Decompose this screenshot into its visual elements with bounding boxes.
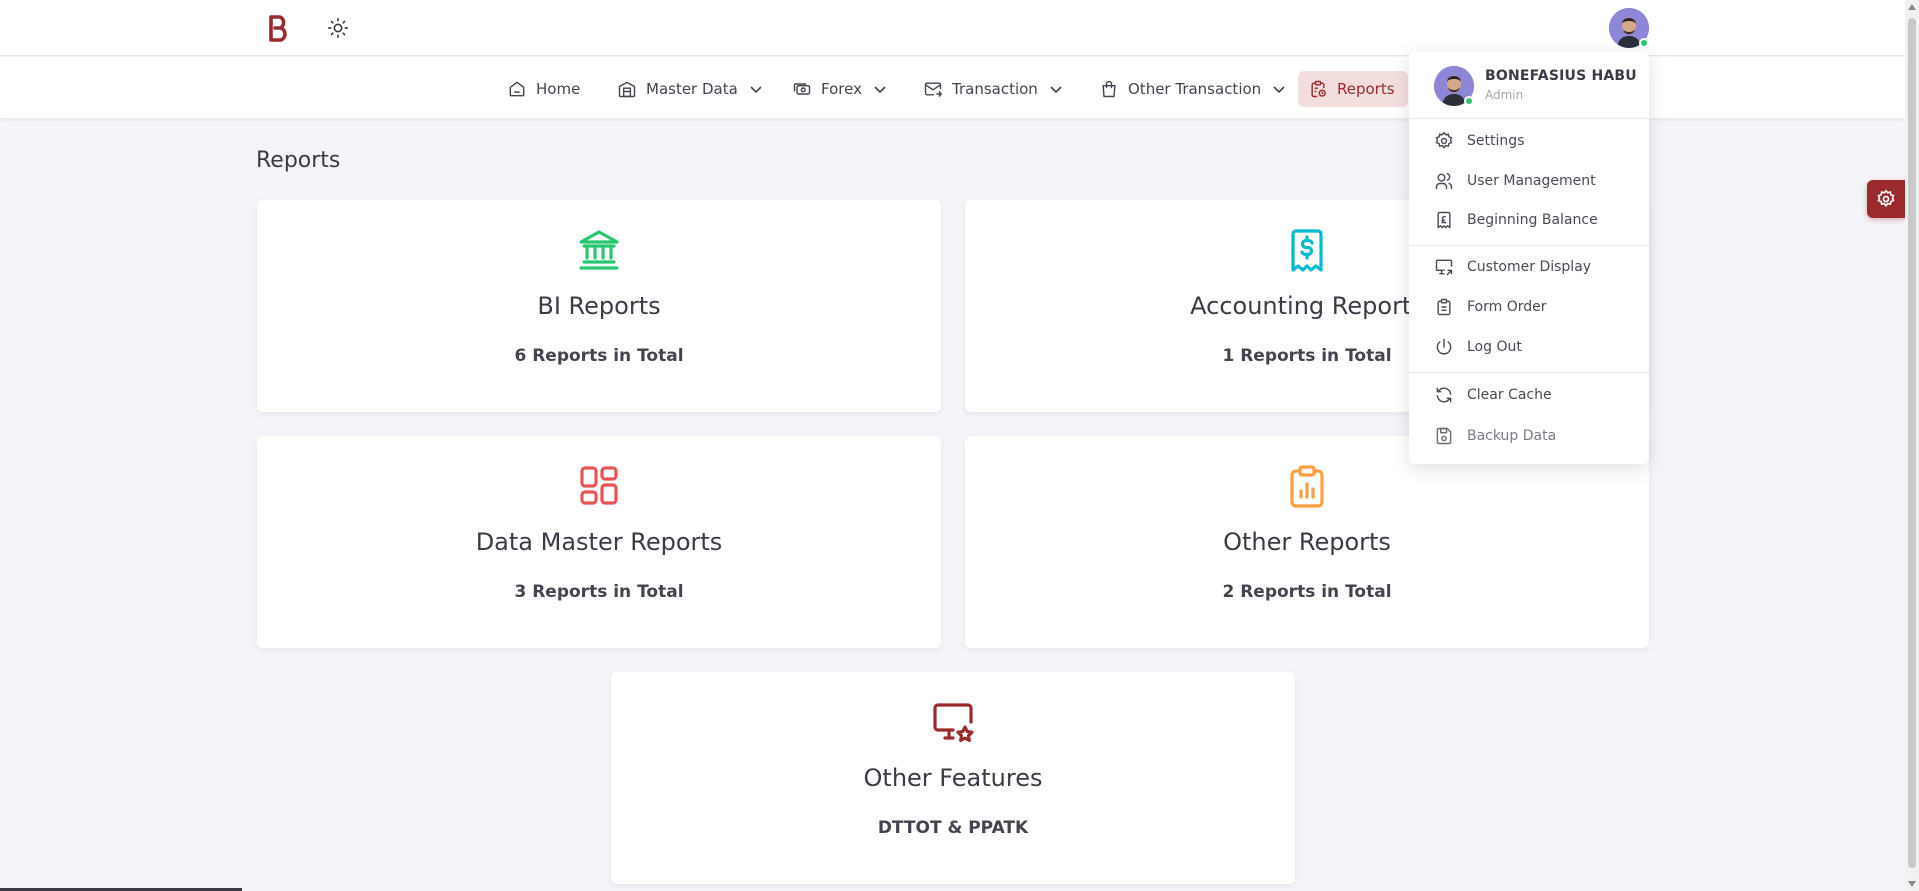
card-data-master-reports-subtitle: 3 Reports in Total (514, 582, 684, 602)
chevron-down-icon (1273, 86, 1285, 94)
nav-transaction-label: Transaction (952, 80, 1038, 98)
refresh-icon (1436, 387, 1452, 403)
settings-icon (1435, 131, 1453, 149)
menu-item-settings-label: Settings (1467, 133, 1525, 149)
card-data-master-reports[interactable]: Data Master Reports 3 Reports in Total (257, 436, 941, 648)
nav-master-data-label: Master Data (646, 80, 738, 98)
card-other-reports[interactable]: Other Reports 2 Reports in Total (965, 436, 1649, 648)
menu-item-user-management-label: User Management (1467, 173, 1596, 189)
chevron-down-icon (874, 86, 886, 94)
menu-item-backup-data-label: Backup Data (1467, 428, 1557, 444)
divider (1409, 118, 1649, 119)
monitor-star-icon (933, 703, 974, 742)
menu-item-clear-cache[interactable]: Clear Cache (1409, 377, 1649, 413)
menu-item-backup-data[interactable]: Backup Data (1409, 418, 1649, 454)
dropdown-user-header[interactable]: BONEFASIUS HABU Admin (1409, 52, 1649, 118)
user-dropdown-menu: BONEFASIUS HABU Admin Settings User Mana… (1409, 52, 1649, 464)
card-bi-reports-subtitle: 6 Reports in Total (514, 346, 684, 366)
scroll-down-arrow-icon[interactable] (1908, 881, 1916, 887)
monitor-share-icon (1435, 259, 1453, 276)
menu-item-clear-cache-label: Clear Cache (1467, 387, 1552, 403)
currency-exchange-icon (793, 83, 811, 95)
home-icon (509, 81, 525, 97)
save-icon (1436, 427, 1452, 445)
nav-transaction[interactable]: Transaction (913, 71, 1074, 107)
menu-item-beginning-balance-label: Beginning Balance (1467, 212, 1598, 228)
menu-item-form-order[interactable]: Form Order (1409, 289, 1649, 325)
card-other-reports-subtitle: 2 Reports in Total (1222, 582, 1392, 602)
sun-icon[interactable] (327, 17, 349, 39)
card-other-reports-title: Other Reports (1223, 528, 1391, 556)
shopping-bag-icon (1102, 80, 1116, 98)
card-data-master-reports-title: Data Master Reports (475, 528, 723, 556)
receipt-dollar-icon (1291, 229, 1323, 272)
chevron-down-icon (1050, 86, 1062, 94)
mail-transfer-icon (924, 82, 943, 98)
menu-item-beginning-balance[interactable]: Beginning Balance (1409, 202, 1649, 238)
chevron-down-icon (750, 86, 762, 94)
menu-item-customer-display[interactable]: Customer Display (1409, 249, 1649, 285)
user-role: Admin (1485, 88, 1524, 102)
menu-item-form-order-label: Form Order (1467, 299, 1547, 315)
nav-reports-label: Reports (1337, 80, 1395, 98)
card-other-features[interactable]: Other Features DTTOT & PPATK (611, 672, 1295, 884)
card-other-features-title: Other Features (863, 764, 1043, 792)
power-icon (1436, 338, 1452, 355)
nav-forex[interactable]: Forex (782, 71, 898, 107)
dashboard-layout-icon (580, 466, 618, 505)
nav-forex-label: Forex (821, 80, 862, 98)
receipt-pound-icon (1437, 211, 1451, 229)
theme-customizer-button[interactable] (1867, 180, 1905, 218)
divider (1409, 245, 1649, 246)
menu-item-settings[interactable]: Settings (1409, 123, 1649, 159)
nav-other-transaction-label: Other Transaction (1128, 80, 1262, 98)
nav-reports[interactable]: Reports (1298, 71, 1408, 107)
bank-icon (579, 230, 619, 270)
clipboard-chart-icon (1290, 465, 1324, 508)
card-bi-reports[interactable]: BI Reports 6 Reports in Total (257, 200, 941, 412)
card-bi-reports-title: BI Reports (537, 292, 661, 320)
menu-item-customer-display-label: Customer Display (1467, 259, 1592, 275)
clipboard-text-icon (1437, 298, 1451, 316)
scroll-up-arrow-icon[interactable] (1908, 4, 1916, 10)
building-icon (618, 81, 636, 98)
online-status-dot (1639, 38, 1649, 48)
settings-icon (1877, 189, 1895, 208)
online-status-dot (1464, 96, 1474, 106)
page-title: Reports (256, 148, 341, 173)
menu-item-log-out[interactable]: Log Out (1409, 329, 1649, 365)
menu-item-user-management[interactable]: User Management (1409, 163, 1649, 199)
nav-other-transaction[interactable]: Other Transaction (1089, 71, 1297, 107)
nav-home-label: Home (536, 80, 581, 98)
card-other-features-subtitle: DTTOT & PPATK (877, 818, 1029, 838)
top-bar (0, 0, 1905, 56)
page-scrollbar[interactable] (1905, 0, 1919, 891)
users-icon (1435, 172, 1453, 190)
brand-logo-icon[interactable] (266, 14, 290, 42)
scrollbar-thumb[interactable] (1908, 18, 1916, 868)
divider (1409, 372, 1649, 373)
menu-item-log-out-label: Log Out (1467, 339, 1522, 355)
user-name: BONEFASIUS HABU (1485, 68, 1637, 84)
nav-master-data[interactable]: Master Data (607, 71, 774, 107)
nav-home[interactable]: Home (497, 71, 590, 107)
clipboard-report-icon (1311, 80, 1326, 98)
